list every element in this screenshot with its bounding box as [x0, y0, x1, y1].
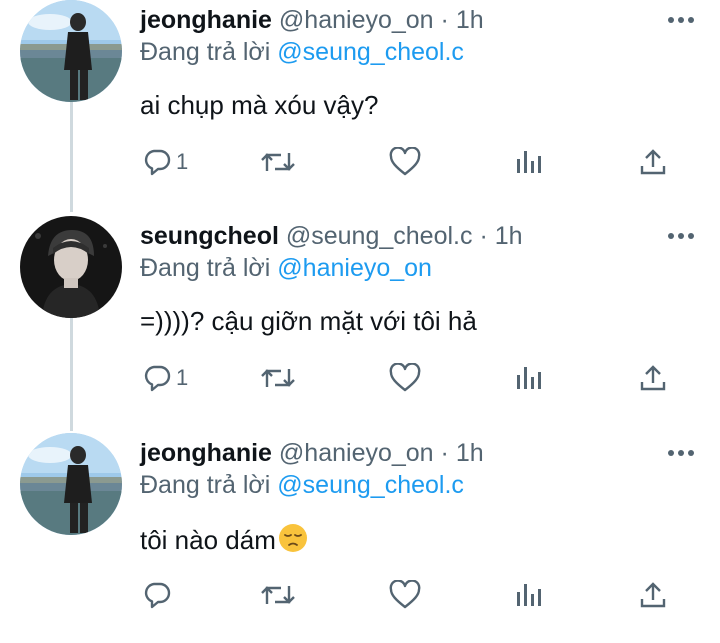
heart-icon — [388, 580, 422, 610]
reply-bubble-icon — [142, 580, 172, 610]
more-horizontal-icon[interactable] — [664, 224, 698, 248]
share-upload-icon — [638, 363, 668, 393]
user-handle[interactable]: @hanieyo_on — [279, 6, 434, 34]
action-bar: 1 — [140, 358, 680, 398]
user-handle[interactable]: @seung_cheol.c — [286, 222, 473, 250]
more-horizontal-icon[interactable] — [664, 441, 698, 465]
analytics-bars-icon — [514, 580, 544, 610]
display-name[interactable]: jeonghanie — [140, 439, 272, 467]
views-button[interactable] — [514, 575, 544, 615]
display-name[interactable]: jeonghanie — [140, 6, 272, 34]
retweet-button[interactable] — [260, 142, 296, 182]
share-upload-icon — [638, 147, 668, 177]
tweet[interactable]: seungcheol @seung_cheol.c · 1h Đang trả … — [0, 216, 720, 426]
avatar[interactable] — [20, 433, 122, 535]
like-button[interactable] — [388, 575, 422, 615]
reply-bubble-icon — [142, 147, 172, 177]
views-button[interactable] — [514, 358, 544, 398]
tweet[interactable]: jeonghanie @hanieyo_on · 1h Đang trả lời… — [0, 433, 720, 643]
tweet-text: tôi nào dám — [140, 523, 308, 560]
like-button[interactable] — [388, 142, 422, 182]
action-bar — [140, 575, 680, 615]
reply-button[interactable]: 1 — [142, 358, 188, 398]
analytics-bars-icon — [514, 147, 544, 177]
reply-button[interactable] — [142, 575, 176, 615]
timestamp[interactable]: 1h — [495, 222, 523, 250]
tweet-text: =))))? cậu giỡn mặt với tôi hả — [140, 306, 477, 336]
heart-icon — [388, 147, 422, 177]
tweet[interactable]: jeonghanie @hanieyo_on · 1h Đang trả lời… — [0, 0, 720, 210]
tweet-text-content: tôi nào dám — [140, 525, 276, 555]
user-handle[interactable]: @hanieyo_on — [279, 439, 434, 467]
avatar[interactable] — [20, 216, 122, 318]
share-upload-icon — [638, 580, 668, 610]
tweet-text: ai chụp mà xóu vậy? — [140, 90, 379, 120]
reply-bubble-icon — [142, 363, 172, 393]
retweet-icon — [260, 147, 296, 177]
share-button[interactable] — [638, 575, 668, 615]
tweet-header: jeonghanie @hanieyo_on · 1h — [140, 6, 484, 35]
separator: · — [440, 439, 449, 467]
mention-link[interactable]: @hanieyo_on — [277, 254, 432, 282]
mention-link[interactable]: @seung_cheol.c — [277, 471, 464, 499]
separator: · — [440, 6, 449, 34]
reply-count: 1 — [176, 149, 189, 174]
replying-prefix: Đang trả lời — [140, 471, 271, 499]
timestamp[interactable]: 1h — [456, 439, 484, 467]
analytics-bars-icon — [514, 363, 544, 393]
pensive-face-emoji — [278, 523, 308, 560]
tweet-header: seungcheol @seung_cheol.c · 1h — [140, 222, 523, 251]
mention-link[interactable]: @seung_cheol.c — [277, 38, 464, 66]
share-button[interactable] — [638, 358, 668, 398]
replying-prefix: Đang trả lời — [140, 38, 271, 66]
avatar[interactable] — [20, 0, 122, 102]
timestamp[interactable]: 1h — [456, 6, 484, 34]
display-name[interactable]: seungcheol — [140, 222, 279, 250]
reply-button[interactable]: 1 — [142, 142, 188, 182]
action-bar: 1 — [140, 142, 680, 182]
retweet-icon — [260, 580, 296, 610]
retweet-button[interactable] — [260, 358, 296, 398]
retweet-button[interactable] — [260, 575, 296, 615]
retweet-icon — [260, 363, 296, 393]
heart-icon — [388, 363, 422, 393]
replying-to: Đang trả lời @seung_cheol.c — [140, 471, 464, 500]
replying-to: Đang trả lời @hanieyo_on — [140, 254, 432, 283]
tweet-header: jeonghanie @hanieyo_on · 1h — [140, 439, 484, 468]
like-button[interactable] — [388, 358, 422, 398]
replying-to: Đang trả lời @seung_cheol.c — [140, 38, 464, 67]
separator: · — [479, 222, 488, 250]
replying-prefix: Đang trả lời — [140, 254, 271, 282]
views-button[interactable] — [514, 142, 544, 182]
more-horizontal-icon[interactable] — [664, 8, 698, 32]
reply-count: 1 — [176, 365, 189, 390]
share-button[interactable] — [638, 142, 668, 182]
